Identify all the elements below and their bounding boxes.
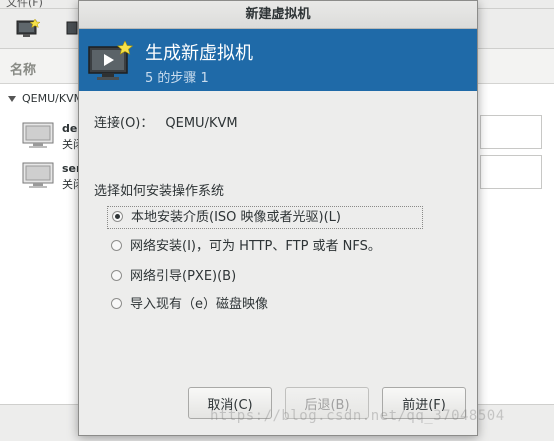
connection-value: QEMU/KVM — [165, 116, 238, 131]
menu-file[interactable]: 文件(F) — [6, 0, 43, 8]
monitor-icon — [22, 162, 54, 190]
radio-local-media[interactable]: 本地安装介质(ISO 映像或者光驱)(L) — [107, 206, 423, 229]
radio-label: 本地安装介质(ISO 映像或者光驱)(L) — [131, 210, 341, 225]
radio-unselected-icon[interactable] — [111, 240, 122, 251]
radio-network-install[interactable]: 网络安装(I)，可为 HTTP、FTP 或者 NFS。 — [107, 236, 381, 257]
connection-label: 连接(O)： — [94, 116, 154, 131]
wizard-title: 生成新虚拟机 — [145, 43, 253, 64]
radio-import-disk[interactable]: 导入现有（e）磁盘映像 — [107, 294, 268, 315]
radio-unselected-icon[interactable] — [111, 270, 122, 281]
new-vm-monitor-icon — [87, 40, 134, 81]
expand-triangle-icon[interactable] — [8, 96, 16, 102]
connection-row: 连接(O)： QEMU/KVM — [94, 112, 238, 131]
new-vm-icon[interactable] — [16, 18, 41, 39]
wizard-step: 5 的步骤 1 — [145, 71, 209, 86]
dialog-titlebar[interactable]: 新建虚拟机 — [79, 1, 477, 29]
new-vm-dialog: 新建虚拟机 生成新虚拟机 5 的步骤 1 连接(O)： QEMU/KVM 选择如何… — [78, 0, 478, 436]
radio-unselected-icon[interactable] — [111, 298, 122, 309]
install-method-question: 选择如何安装操作系统 — [94, 184, 225, 199]
radio-network-boot[interactable]: 网络引导(PXE)(B) — [107, 266, 236, 287]
radio-label: 导入现有（e）磁盘映像 — [130, 297, 268, 312]
monitor-icon — [22, 122, 54, 150]
connection-group-label: QEMU/KVM — [22, 92, 84, 105]
radio-label: 网络安装(I)，可为 HTTP、FTP 或者 NFS。 — [130, 239, 381, 254]
radio-selected-icon[interactable] — [112, 211, 123, 222]
radio-label: 网络引导(PXE)(B) — [130, 269, 237, 284]
watermark: https://blog.csdn.net/qq_37048504 — [210, 408, 505, 424]
column-name-header[interactable]: 名称 — [10, 59, 36, 78]
dialog-content: 连接(O)： QEMU/KVM 选择如何安装操作系统 本地安装介质(ISO 映像或… — [79, 92, 477, 435]
wizard-banner: 生成新虚拟机 5 的步骤 1 — [79, 29, 477, 91]
connection-group[interactable]: QEMU/KVM — [8, 92, 83, 105]
cpu-usage-graph — [480, 155, 542, 189]
vm-name: de — [62, 122, 78, 135]
dialog-title: 新建虚拟机 — [245, 7, 311, 22]
cpu-usage-graph — [480, 115, 542, 149]
